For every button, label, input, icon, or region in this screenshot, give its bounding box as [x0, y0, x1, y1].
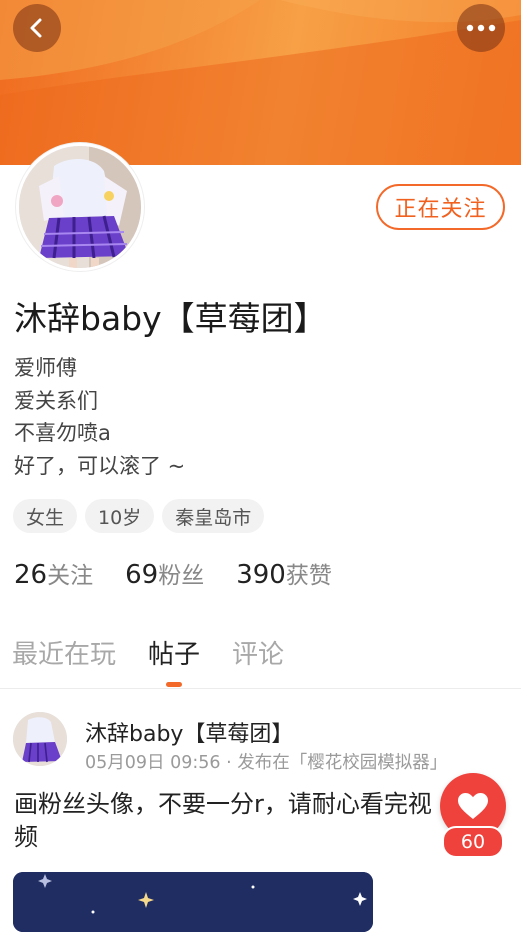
tab-posts[interactable]: 帖子: [148, 634, 200, 671]
likes-count: 390: [236, 560, 286, 590]
following-label: 关注: [47, 563, 94, 589]
tabs-divider: [0, 688, 521, 689]
profile-banner: [0, 0, 521, 165]
profile-tabs: 最近在玩 帖子 评论: [12, 634, 316, 671]
likes-stat: 390 获赞: [236, 556, 332, 590]
post-text[interactable]: 画粉丝头像，不要一分r，请耐心看完视频: [14, 788, 454, 854]
tab-recently-played[interactable]: 最近在玩: [12, 634, 116, 671]
following-button[interactable]: 正在关注: [376, 184, 505, 230]
followers-stat[interactable]: 69 粉丝: [125, 556, 204, 590]
profile-avatar[interactable]: [16, 143, 144, 271]
followers-count: 69: [125, 560, 159, 590]
bio-line: 爱关系们: [14, 388, 98, 413]
banner-wave-decoration: [0, 0, 521, 165]
starry-image: [13, 872, 373, 932]
post-author-name[interactable]: 沐辞baby【草莓团】: [85, 716, 293, 748]
following-stat[interactable]: 26 关注: [14, 556, 93, 590]
profile-stats: 26 关注 69 粉丝 390 获赞: [14, 556, 364, 590]
post-avatar-image: [13, 712, 67, 766]
profile-bio: 爱师傅 爱关系们 不喜勿喷a 好了，可以滚了 ~: [14, 352, 185, 482]
bio-line: 不喜勿喷a: [14, 421, 111, 445]
bio-line: 爱师傅: [14, 356, 77, 380]
chevron-left-icon: [30, 18, 42, 38]
gender-tag: 女生: [13, 499, 78, 533]
likes-label: 获赞: [285, 563, 332, 589]
bio-line: 好了，可以滚了 ~: [14, 453, 186, 478]
profile-username: 沐辞baby【草莓团】: [14, 299, 327, 338]
location-tag: 秦皇岛市: [162, 499, 265, 533]
heart-icon: [458, 793, 488, 819]
like-count-badge: 60: [442, 826, 504, 858]
followers-label: 粉丝: [158, 563, 205, 589]
more-dots-icon: [466, 24, 496, 32]
post-author-avatar[interactable]: [13, 712, 67, 766]
post-meta: 05月09日 09:56 · 发布在「樱花校园模拟器」: [85, 753, 448, 773]
following-count: 26: [14, 560, 48, 590]
back-button[interactable]: [13, 4, 61, 52]
age-tag: 10岁: [85, 499, 155, 533]
tab-comments[interactable]: 评论: [232, 634, 284, 671]
more-options-button[interactable]: [457, 4, 505, 52]
avatar-image: [19, 146, 141, 268]
profile-tags: 女生 10岁 秦皇岛市: [13, 499, 265, 533]
post-image[interactable]: [13, 872, 373, 932]
